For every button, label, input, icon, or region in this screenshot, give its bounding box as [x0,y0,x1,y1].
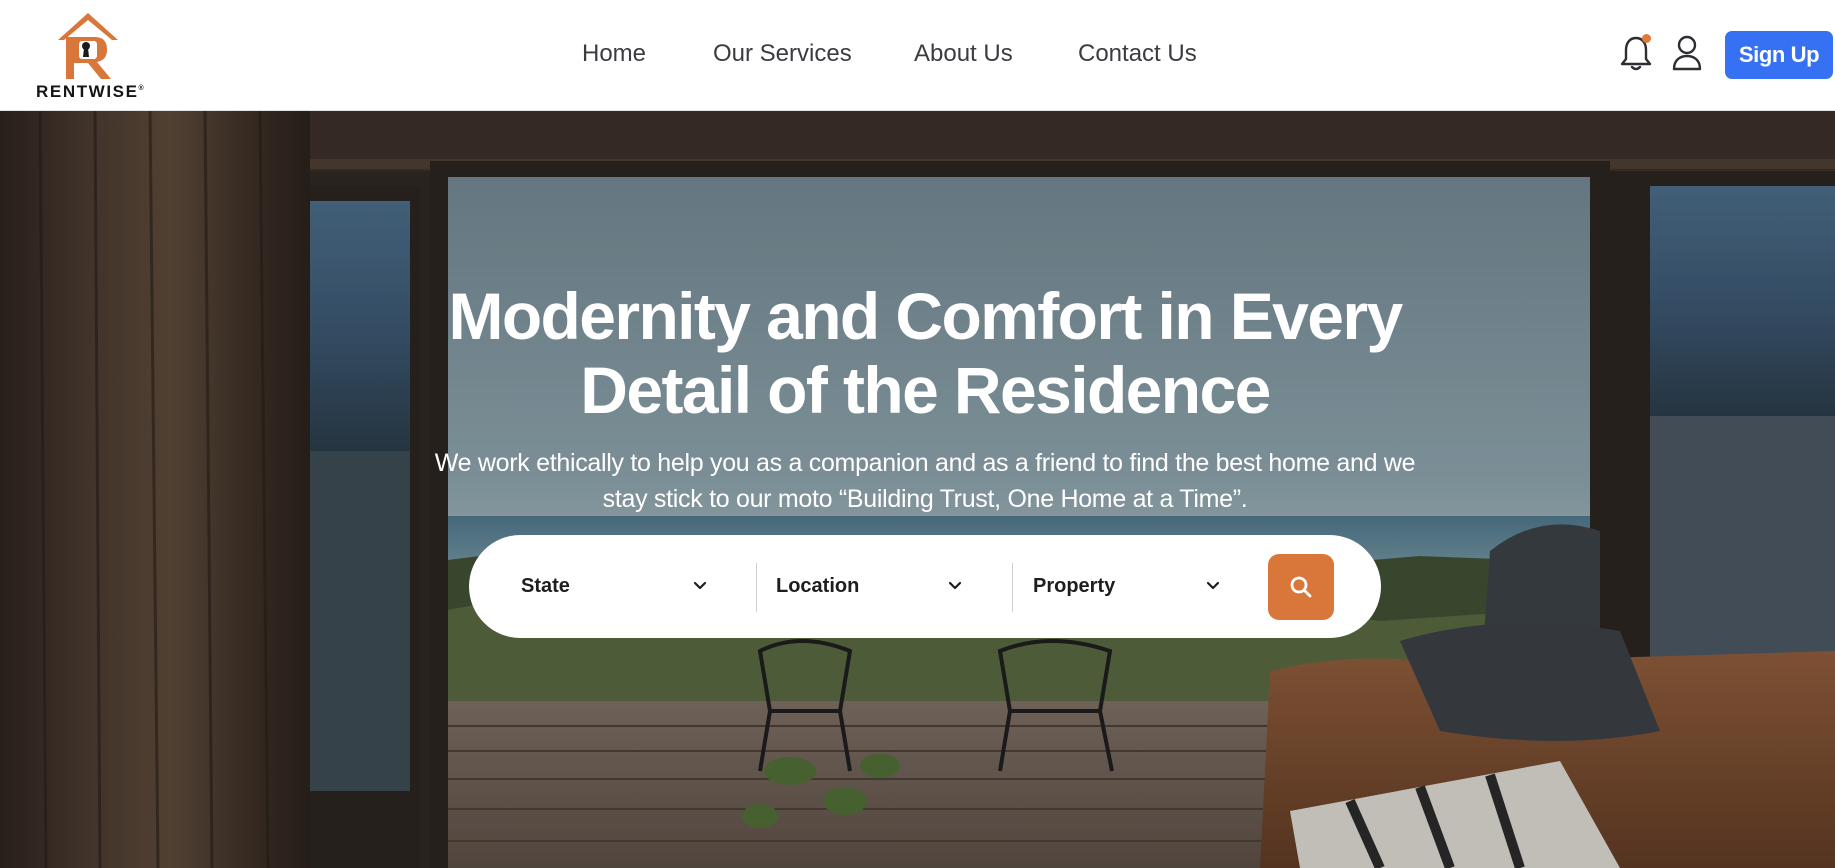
notification-dot [1642,34,1651,43]
hero-title: Modernity and Comfort in Every Detail of… [448,279,1403,427]
search-icon [1290,576,1312,598]
main-navigation: Home Our Services About Us Contact Us [0,36,1835,72]
nav-link-home[interactable]: Home [582,40,646,68]
chevron-down-icon [693,581,707,590]
user-icon[interactable] [1671,34,1703,72]
hero-section: Modernity and Comfort in Every Detail of… [0,111,1835,868]
nav-link-contact-us[interactable]: Contact Us [1078,40,1197,68]
nav-link-about-us[interactable]: About Us [914,40,1013,68]
search-button[interactable] [1268,554,1334,620]
chevron-down-icon [1206,581,1220,590]
location-dropdown-label: Location [776,575,860,597]
chevron-down-icon [948,581,962,590]
hero-subtitle: We work ethically to help you as a compa… [434,449,1416,513]
nav-link-our-services[interactable]: Our Services [713,40,852,68]
property-search-bar: State Location Property [469,535,1381,638]
property-dropdown-label: Property [1033,575,1116,597]
logo-wordmark: RENTWISE® [36,82,144,101]
search-divider [756,563,757,612]
state-dropdown[interactable]: State [521,561,707,611]
state-dropdown-label: State [521,575,570,597]
property-dropdown[interactable]: Property [1033,561,1220,611]
top-navbar: RENTWISE® Home Our Services About Us Con… [0,0,1835,111]
bell-icon[interactable] [1619,34,1653,72]
sign-up-button[interactable]: Sign Up [1725,31,1833,79]
location-dropdown[interactable]: Location [776,561,962,611]
search-divider [1012,563,1013,612]
